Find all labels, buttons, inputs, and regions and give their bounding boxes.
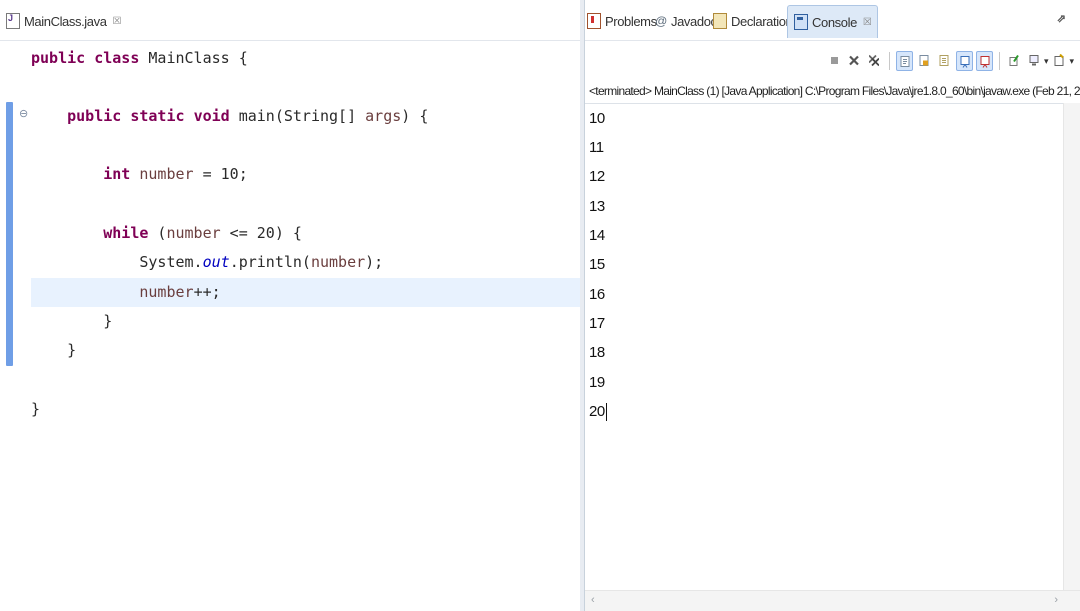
parameter: args	[365, 107, 402, 125]
declaration-icon	[713, 13, 727, 29]
console-pane: Problems @ Javadoc Declaration Console ☒…	[584, 0, 1080, 611]
problems-icon	[587, 13, 601, 29]
tab-label: Console	[812, 14, 857, 30]
text-caret	[605, 403, 607, 422]
local-variable: number	[139, 283, 194, 301]
scroll-right-icon[interactable]: ›	[1054, 594, 1058, 606]
javadoc-at-icon: @	[655, 14, 667, 28]
launch-status-text: <terminated> MainClass (1) [Java Applica…	[589, 84, 1080, 98]
tab-javadoc[interactable]: @ Javadoc	[655, 6, 717, 36]
output-line: 19	[589, 374, 605, 391]
code-text: main(String[]	[229, 107, 366, 125]
output-line: 11	[589, 139, 604, 156]
output-line: 15	[589, 256, 605, 273]
code-text: System.	[139, 253, 203, 271]
code-text: MainClass {	[139, 49, 248, 67]
editor-tab-bar: MainClass.java ☒	[0, 0, 580, 41]
keyword: int	[103, 165, 131, 183]
close-icon[interactable]: ☒	[113, 16, 122, 27]
scroll-left-icon[interactable]: ‹	[591, 594, 595, 606]
output-text: 20	[589, 403, 605, 420]
code-text: ) {	[401, 107, 429, 125]
vertical-scrollbar[interactable]	[1063, 103, 1080, 591]
remove-launch-icon[interactable]	[846, 51, 863, 71]
code-text: = 10;	[193, 165, 248, 183]
code-line-5: System.out.println(number);	[31, 248, 580, 277]
change-ruler-marker	[6, 102, 13, 366]
tab-label: Declaration	[731, 13, 793, 29]
code-text: }	[31, 400, 41, 418]
java-file-icon	[6, 13, 20, 29]
code-text: }	[67, 341, 77, 359]
toolbar-separator	[998, 52, 1000, 70]
code-line-8: }	[31, 336, 580, 365]
code-line-7: }	[31, 307, 580, 336]
terminate-icon[interactable]	[826, 51, 843, 71]
remove-all-terminated-icon[interactable]	[866, 51, 883, 71]
tab-label: Javadoc	[671, 13, 717, 29]
local-variable: number	[310, 253, 366, 271]
code-text: (	[148, 224, 167, 242]
chevron-down-icon[interactable]: ▾	[1044, 56, 1049, 67]
tab-console[interactable]: Console ☒	[787, 5, 879, 38]
horizontal-scrollbar[interactable]: ‹ ›	[585, 590, 1080, 611]
keyword: public	[67, 107, 122, 125]
toolbar-separator	[888, 52, 890, 70]
tab-problems[interactable]: Problems	[587, 6, 657, 36]
keyword: static	[130, 107, 185, 125]
output-line: 17	[589, 315, 605, 332]
open-console-icon[interactable]	[1051, 51, 1068, 71]
keyword: class	[94, 49, 140, 67]
code-text: .println(	[229, 253, 311, 271]
keyword: public	[31, 49, 86, 67]
code-line-6-current: number++;	[31, 278, 580, 307]
console-icon	[794, 14, 808, 30]
code-text: <= 20) {	[220, 224, 302, 242]
maximize-icon[interactable]: ⇗	[1057, 12, 1066, 25]
output-line: 14	[589, 227, 605, 244]
code-text: ++;	[193, 283, 221, 301]
close-icon[interactable]: ☒	[863, 17, 872, 28]
tab-label: MainClass.java	[24, 13, 107, 29]
code-line-1: public class MainClass {	[31, 44, 580, 73]
output-line: 13	[589, 198, 605, 215]
editor-pane: MainClass.java ☒ ⊖ public class MainClas…	[0, 0, 580, 611]
output-line: 10	[589, 110, 605, 127]
keyword: while	[103, 224, 149, 242]
local-variable: number	[130, 165, 194, 183]
code-line-4: while (number <= 20) {	[31, 219, 580, 248]
console-tab-bar: Problems @ Javadoc Declaration Console ☒…	[585, 0, 1080, 41]
output-line-last: 20	[589, 397, 607, 426]
code-line-2: public static void main(String[] args) {	[31, 102, 580, 131]
local-variable: number	[166, 224, 221, 242]
fold-collapse-icon[interactable]: ⊖	[19, 107, 28, 120]
code-text: );	[365, 253, 384, 271]
code-text: }	[103, 312, 113, 330]
pin-console-icon[interactable]	[1006, 51, 1023, 71]
code-line-3: int number = 10;	[31, 160, 580, 189]
static-field: out	[202, 253, 230, 271]
display-selected-console-icon[interactable]	[1026, 51, 1043, 71]
tab-declaration[interactable]: Declaration	[713, 6, 793, 36]
output-line: 16	[589, 286, 605, 303]
clear-console-icon[interactable]	[916, 51, 933, 71]
output-line: 18	[589, 344, 605, 361]
show-on-stdout-icon[interactable]	[955, 51, 973, 71]
word-wrap-icon[interactable]	[936, 51, 953, 71]
chevron-down-icon[interactable]: ▾	[1069, 56, 1074, 67]
scroll-lock-icon[interactable]	[895, 51, 913, 71]
tab-mainclass-java[interactable]: MainClass.java ☒	[6, 6, 122, 36]
console-output[interactable]: 10 11 12 13 14 15 16 17 18 19 20	[585, 103, 1080, 591]
keyword: void	[193, 107, 230, 125]
code-line-9: }	[31, 395, 580, 424]
show-on-stderr-icon[interactable]	[975, 51, 993, 71]
tab-label: Problems	[605, 13, 657, 29]
console-toolbar: ▾ ▾	[826, 48, 1074, 74]
output-line: 12	[589, 168, 605, 185]
